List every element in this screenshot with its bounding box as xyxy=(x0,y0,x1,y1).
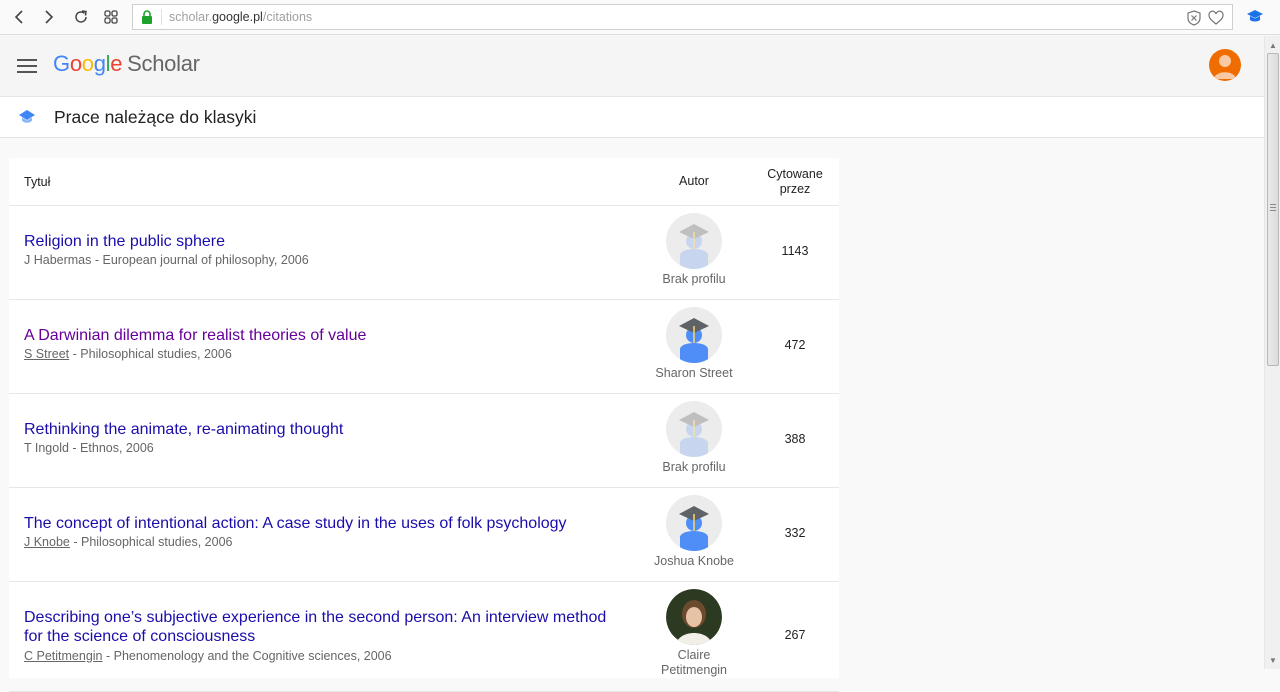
table-row: The concept of intentional action: A cas… xyxy=(9,488,839,582)
cited-by-count[interactable]: 332 xyxy=(757,526,833,540)
cited-by-count[interactable]: 472 xyxy=(757,338,833,352)
table-body: Religion in the public sphere J Habermas… xyxy=(9,206,839,692)
classic-articles-table: Tytuł Autor Cytowane przez Religion in th… xyxy=(9,158,839,692)
publication-info: - European journal of philosophy, 2006 xyxy=(91,253,309,267)
publication-info: - Philosophical studies, 2006 xyxy=(69,535,233,549)
author-profile-link[interactable]: S Street xyxy=(24,347,69,361)
scholar-extension-icon[interactable] xyxy=(1246,9,1264,23)
profile-placeholder-icon xyxy=(666,307,722,363)
cited-by-count[interactable]: 267 xyxy=(757,628,833,642)
scholar-header: Google Scholar xyxy=(0,36,1264,97)
user-icon xyxy=(1214,55,1236,79)
scroll-up-arrow-icon[interactable]: ▲ xyxy=(1269,41,1277,50)
page-header: Prace należące do klasyki xyxy=(0,97,1264,138)
author-text: J Habermas xyxy=(24,253,92,267)
url-prefix: scholar. xyxy=(169,10,213,24)
lock-icon xyxy=(142,10,152,24)
author-name: Joshua Knobe xyxy=(654,554,734,568)
logo-letter: e xyxy=(110,51,123,76)
author-name: Brak profilu xyxy=(662,272,726,286)
column-header-author: Autor xyxy=(679,174,709,188)
column-header-cited-by[interactable]: Cytowane przez xyxy=(757,167,833,197)
scrollbar-thumb[interactable] xyxy=(1267,53,1279,366)
address-bar[interactable]: scholar.google.pl/citations xyxy=(132,4,1233,30)
author-profile-link[interactable]: C Petitmengin xyxy=(24,649,103,663)
no-profile-icon xyxy=(666,401,722,457)
graduation-cap-icon xyxy=(19,110,35,123)
article-title-link[interactable]: Rethinking the animate, re-animating tho… xyxy=(24,421,624,440)
logo-letter: G xyxy=(53,51,70,76)
speed-dial-icon xyxy=(104,10,118,24)
author-avatar[interactable] xyxy=(666,307,722,363)
author-cell[interactable]: Sharon Street xyxy=(649,307,739,381)
grip-icon xyxy=(1270,204,1276,213)
forward-icon xyxy=(45,10,54,24)
url-domain: google.pl xyxy=(212,10,263,24)
table-row: Rethinking the animate, re-animating tho… xyxy=(9,394,839,488)
reload-button[interactable] xyxy=(70,6,92,28)
cited-by-count[interactable]: 1143 xyxy=(757,244,833,258)
article-meta: S Street - Philosophical studies, 2006 xyxy=(24,347,232,361)
publication-info: - Phenomenology and the Cognitive scienc… xyxy=(102,649,392,663)
back-button[interactable] xyxy=(8,6,30,28)
author-profile-link[interactable]: J Knobe xyxy=(24,535,70,549)
logo-letter: o xyxy=(69,51,82,76)
author-avatar xyxy=(666,213,722,269)
article-meta: T Ingold - Ethnos, 2006 xyxy=(24,441,154,455)
article-meta: C Petitmengin - Phenomenology and the Co… xyxy=(24,649,392,663)
back-icon xyxy=(14,10,23,24)
author-name: Brak profilu xyxy=(662,460,726,474)
no-profile-icon xyxy=(666,213,722,269)
table-row: Describing one’s subjective experience i… xyxy=(9,582,839,692)
adblock-shield-icon[interactable] xyxy=(1185,9,1203,27)
author-cell: Brak profilu xyxy=(649,213,739,287)
article-title-link[interactable]: Describing one’s subjective experience i… xyxy=(24,609,624,646)
hamburger-icon-line xyxy=(17,71,37,73)
cited-by-count[interactable]: 388 xyxy=(757,432,833,446)
article-title-link[interactable]: Religion in the public sphere xyxy=(24,233,624,252)
cited-header-line: przez xyxy=(779,182,811,196)
author-cell[interactable]: Joshua Knobe xyxy=(649,495,739,569)
browser-toolbar: scholar.google.pl/citations xyxy=(0,0,1280,35)
vertical-scrollbar[interactable]: ▲ ▼ xyxy=(1264,36,1280,669)
account-avatar[interactable] xyxy=(1209,49,1241,81)
article-meta: J Habermas - European journal of philoso… xyxy=(24,253,309,267)
article-title-link[interactable]: A Darwinian dilemma for realist theories… xyxy=(24,327,624,346)
hamburger-icon-line xyxy=(17,59,37,61)
reload-icon xyxy=(75,10,87,23)
author-avatar[interactable] xyxy=(666,589,722,645)
author-cell[interactable]: Claire Petitmengin xyxy=(649,589,739,678)
author-cell: Brak profilu xyxy=(649,401,739,475)
scroll-down-arrow-icon[interactable]: ▼ xyxy=(1269,656,1277,665)
profile-placeholder-icon xyxy=(666,495,722,551)
table-row: A Darwinian dilemma for realist theories… xyxy=(9,300,839,394)
table-header: Tytuł Autor Cytowane przez xyxy=(9,158,839,206)
google-scholar-logo[interactable]: Google Scholar xyxy=(53,51,200,77)
table-row: Religion in the public sphere J Habermas… xyxy=(9,206,839,300)
bookmark-heart-icon[interactable] xyxy=(1207,9,1225,27)
author-text: T Ingold xyxy=(24,441,69,455)
forward-button[interactable] xyxy=(38,6,60,28)
hamburger-icon-line xyxy=(17,65,37,67)
publication-info: - Philosophical studies, 2006 xyxy=(69,347,232,361)
author-avatar[interactable] xyxy=(666,495,722,551)
url-separator xyxy=(161,9,162,25)
logo-letter: g xyxy=(93,51,106,76)
author-photo xyxy=(666,589,722,645)
url-text[interactable]: scholar.google.pl/citations xyxy=(169,10,312,24)
url-path: /citations xyxy=(262,10,313,24)
author-avatar xyxy=(666,401,722,457)
column-header-title[interactable]: Tytuł xyxy=(24,175,50,189)
logo-suffix: Scholar xyxy=(127,51,200,76)
cited-header-line: Cytowane xyxy=(767,167,823,181)
publication-info: - Ethnos, 2006 xyxy=(68,441,154,455)
logo-letter: o xyxy=(81,51,94,76)
author-name: Claire Petitmengin xyxy=(660,648,727,677)
menu-button[interactable] xyxy=(17,59,37,73)
article-meta: J Knobe - Philosophical studies, 2006 xyxy=(24,535,232,549)
speed-dial-button[interactable] xyxy=(100,6,122,28)
author-name: Sharon Street xyxy=(655,366,733,380)
page-title: Prace należące do klasyki xyxy=(54,107,257,127)
article-title-link[interactable]: The concept of intentional action: A cas… xyxy=(24,515,624,534)
